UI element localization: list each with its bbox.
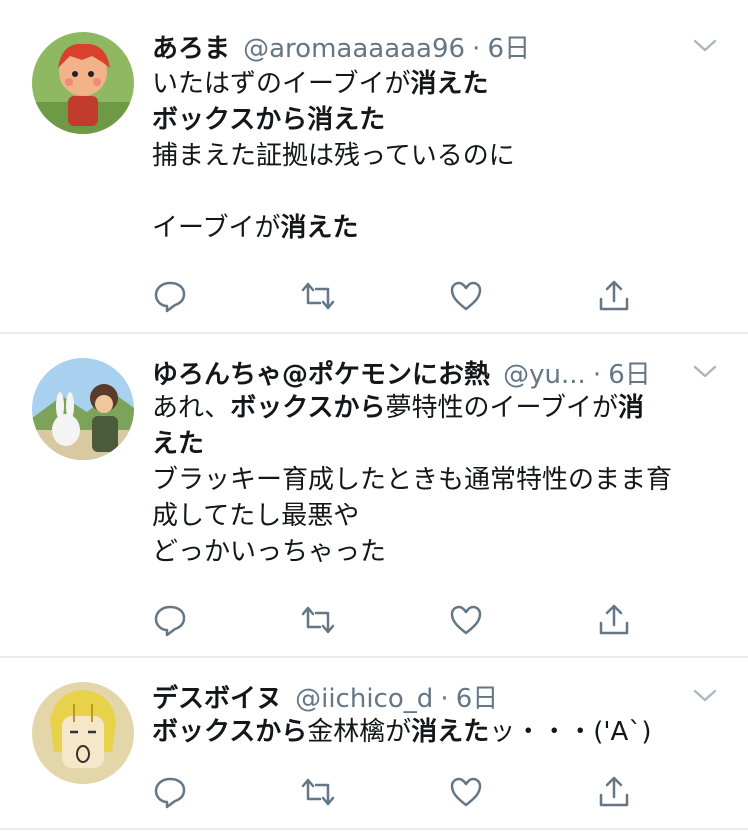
- avatar[interactable]: [32, 358, 134, 460]
- share-icon[interactable]: [596, 774, 632, 810]
- display-name[interactable]: デスボイヌ: [152, 684, 282, 714]
- tweet-text: あれ、ボックスから夢特性のイーブイが消 えた ブラッキー育成したときも通常特性の…: [152, 390, 718, 570]
- avatar[interactable]: [32, 682, 134, 784]
- text-line: どっかいっちゃった: [152, 537, 387, 567]
- tweet-1[interactable]: あろま @aromaaaaaa96 · 6日 いたはずのイーブイが消えた ボック…: [0, 0, 748, 334]
- timestamp[interactable]: 6日: [456, 684, 499, 714]
- text-line: ボックスから消えた: [152, 105, 386, 135]
- text-line: いたはずのイーブイが消えた: [152, 69, 489, 99]
- text-line: 成してたし最悪や: [152, 501, 360, 531]
- tweet-text: いたはずのイーブイが消えた ボックスから消えた 捕まえた証拠は残っているのに イ…: [152, 66, 718, 246]
- tweet-header: ゆろんちゃ@ポケモンにお熱 @yu... · 6日: [152, 354, 718, 394]
- like-icon[interactable]: [448, 602, 484, 638]
- share-icon[interactable]: [596, 602, 632, 638]
- chevron-down-icon[interactable]: [692, 362, 718, 382]
- text-line: ブラッキー育成したときも通常特性のまま育: [152, 465, 673, 495]
- user-handle[interactable]: @aromaaaaaa96: [243, 34, 465, 64]
- share-icon[interactable]: [596, 278, 632, 314]
- chevron-down-icon[interactable]: [692, 36, 718, 56]
- timestamp[interactable]: 6日: [608, 360, 651, 390]
- text-line: イーブイが消えた: [152, 213, 359, 243]
- avatar[interactable]: [32, 32, 134, 134]
- tweet-header: あろま @aromaaaaaa96 · 6日: [152, 28, 718, 68]
- tweet-3[interactable]: デスボイヌ @iichico_d · 6日 ボックスから金林檎が消えたッ・・・(…: [0, 658, 748, 830]
- chevron-down-icon[interactable]: [692, 686, 718, 706]
- like-icon[interactable]: [448, 278, 484, 314]
- timestamp[interactable]: 6日: [488, 34, 531, 64]
- tweet-actions: [152, 774, 718, 810]
- text-line: ボックスから金林檎が消えたッ・・・('A`): [152, 717, 652, 747]
- display-name[interactable]: あろま: [152, 34, 230, 64]
- like-icon[interactable]: [448, 774, 484, 810]
- user-handle[interactable]: @yu...: [503, 360, 586, 390]
- retweet-icon[interactable]: [300, 602, 336, 638]
- tweet-text: ボックスから金林檎が消えたッ・・・('A`): [152, 714, 718, 750]
- retweet-icon[interactable]: [300, 278, 336, 314]
- text-line: あれ、ボックスから夢特性のイーブイが消: [152, 393, 644, 423]
- reply-icon[interactable]: [152, 774, 188, 810]
- tweet-actions: [152, 602, 718, 638]
- reply-icon[interactable]: [152, 278, 188, 314]
- tweet-header: デスボイヌ @iichico_d · 6日: [152, 678, 718, 718]
- retweet-icon[interactable]: [300, 774, 336, 810]
- separator-dot: ·: [472, 34, 481, 64]
- text-line: [152, 174, 718, 210]
- text-line: 捕まえた証拠は残っているのに: [152, 141, 515, 171]
- tweet-actions: [152, 278, 718, 314]
- timeline: あろま @aromaaaaaa96 · 6日 いたはずのイーブイが消えた ボック…: [0, 0, 748, 836]
- reply-icon[interactable]: [152, 602, 188, 638]
- separator-dot: ·: [440, 684, 449, 714]
- user-handle[interactable]: @iichico_d: [295, 684, 433, 714]
- tweet-2[interactable]: ゆろんちゃ@ポケモンにお熱 @yu... · 6日 あれ、ボックスから夢特性のイ…: [0, 334, 748, 658]
- display-name[interactable]: ゆろんちゃ@ポケモンにお熱: [152, 360, 490, 390]
- separator-dot: ·: [592, 360, 602, 390]
- text-line: えた: [152, 429, 205, 459]
